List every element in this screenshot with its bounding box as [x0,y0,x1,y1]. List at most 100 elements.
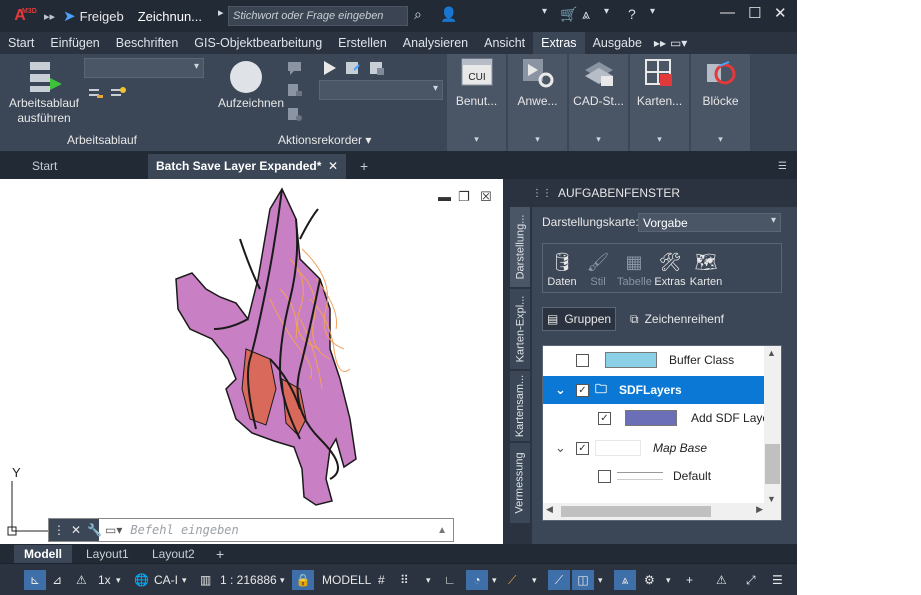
maps-tool-button[interactable]: 🗺 Karten [689,248,723,288]
command-history-icon[interactable]: ▲ [437,525,447,536]
more-tabs-icon[interactable]: ▸▸ [654,36,666,50]
tree-item-add-sdf-layer[interactable]: ✓ Add SDF Layer [543,404,773,432]
buffer-class-checkbox[interactable] [576,353,589,367]
map-scale-dropdown-icon[interactable]: ▾ [280,570,285,590]
object-snap-dropdown-icon[interactable]: ▾ [598,570,603,590]
annotation-scale-icon[interactable]: ⚠ [76,570,87,590]
model-toggle[interactable]: MODELL [322,570,371,590]
play-icon[interactable] [321,60,337,76]
lock-icon[interactable]: 🔒 [292,570,314,590]
default-checkbox[interactable] [598,469,611,483]
customize-menu-icon[interactable]: ☰ [772,570,783,590]
file-tab-active[interactable]: Batch Save Layer Expanded* ✕ [148,154,346,179]
workspace-gear-icon[interactable]: ⚙ [644,570,655,590]
user-icon[interactable]: 👤 [440,6,457,23]
recent-commands-icon[interactable]: ▭▾ [105,523,122,537]
map-panel-button[interactable]: Karten... ▾ [630,54,689,151]
model-space-icon[interactable]: ⊾ [24,570,46,590]
quick-access-expand-icon[interactable]: ▸▸ [44,10,55,23]
map-base-checkbox[interactable]: ✓ [576,441,589,455]
search-icon[interactable]: ⌕ [414,6,422,23]
vtab-map-book[interactable]: Kartensam... [510,371,530,441]
grid-icon[interactable]: # [378,570,385,590]
task-pane-grip-icon[interactable]: ⋮⋮ [532,188,552,199]
vtab-map-explorer[interactable]: Karten-Expl... [510,289,530,369]
close-button[interactable]: ✕ [774,4,787,22]
table-tool-button[interactable]: ▦ Tabelle [617,248,652,288]
file-tab-start[interactable]: Start [24,154,65,179]
object-snap-tracking-icon[interactable]: ⟋ [548,570,570,590]
tab-gis-objektbearbeitung[interactable]: GIS-Objektbearbeitung [186,32,330,54]
vtab-survey[interactable]: Vermessung [510,443,530,523]
manager-icon[interactable] [369,60,385,76]
cart-icon[interactable]: 🛒 [560,6,577,23]
tab-einfuegen[interactable]: Einfügen [42,32,107,54]
tree-item-sdflayers[interactable]: ⌄ ✓ 🗀 SDFLayers [543,376,765,404]
grid-display-icon[interactable]: ⊿ [52,570,62,590]
blocks-panel-button[interactable]: Blöcke ▾ [691,54,750,151]
tree-vertical-scrollbar[interactable]: ▲ ▼ [764,346,781,506]
record-icon[interactable] [229,60,263,94]
new-workflow-icon[interactable] [110,86,126,102]
tab-beschriften[interactable]: Beschriften [108,32,187,54]
title-expand-icon[interactable]: ▸ [218,6,224,19]
scale-icon[interactable]: ▥ [200,570,211,590]
close-tab-icon[interactable]: ✕ [328,154,338,179]
autodesk-a360-icon[interactable]: ⩓ [582,6,590,23]
new-layout-button[interactable]: + [206,545,234,563]
object-snap-icon[interactable]: ◫ [572,570,594,590]
new-tab-button[interactable]: + [352,154,376,179]
snap-icon[interactable]: ⠿ [400,570,409,590]
map-scale[interactable]: 1 : 216886 [220,570,277,590]
cad-standards-panel-button[interactable]: CAD-St... ▾ [569,54,628,151]
minimize-button[interactable]: — [720,4,735,21]
edit-workflow-icon[interactable] [88,86,104,102]
draw-order-button[interactable]: ⧉ Zeichenreihenf [626,307,728,331]
layout-tab-layout1[interactable]: Layout1 [76,545,139,563]
coordinate-system[interactable]: CA-I [154,570,178,590]
map-base-collapse-icon[interactable]: ⌄ [555,440,566,456]
style-tool-button[interactable]: 🖌 Stil [581,248,615,288]
globe-icon[interactable]: 🌐 [134,570,149,590]
preferences-icon[interactable] [345,60,361,76]
ortho-icon[interactable]: ∟ [444,570,456,590]
workflow-dropdown[interactable] [84,58,204,78]
polar-dropdown-icon[interactable]: ▾ [492,570,497,590]
tab-ansicht[interactable]: Ansicht [476,32,533,54]
base-point-icon[interactable] [287,106,303,122]
tab-analysieren[interactable]: Analysieren [395,32,476,54]
record-button[interactable]: Aufzeichnen [211,96,291,111]
tree-item-buffer-class[interactable]: Buffer Class [543,346,765,374]
ribbon-minimize-icon[interactable]: ▭▾ [670,36,687,50]
sdflayers-collapse-icon[interactable]: ⌄ [555,382,566,398]
command-input[interactable]: Befehl eingeben [122,523,437,537]
maximize-button[interactable]: ☐ [748,4,761,22]
app-logo[interactable]: A M3D [0,0,40,32]
scale-factor-dropdown-icon[interactable]: ▾ [116,570,121,590]
tools-tool-button[interactable]: 🛠 Extras [653,248,687,288]
run-workflow-button[interactable]: Arbeitsablauf ausführen [4,96,84,126]
a360-dropdown-icon[interactable]: ▾ [604,6,609,17]
display-map-dropdown[interactable]: Vorgabe [638,213,781,232]
tab-ausgabe[interactable]: Ausgabe [585,32,650,54]
polar-tracking-icon[interactable]: ◔ [466,570,488,590]
share-button[interactable]: ➤ Freigeb [63,7,124,25]
scale-factor[interactable]: 1x [98,570,111,590]
run-workflow-icon[interactable] [28,60,64,94]
sdflayers-checkbox[interactable]: ✓ [576,383,589,397]
action-recorder-group-label[interactable]: Aktionsrekorder ▾ [278,133,445,147]
tree-horizontal-scrollbar[interactable]: ◀ ▶ [543,503,781,520]
applications-panel-button[interactable]: Anwe... ▾ [508,54,567,151]
command-line[interactable]: ⋮ ✕ 🔧 ▭▾ Befehl eingeben ▲ [48,518,454,542]
help-icon[interactable]: ? [628,6,636,22]
tree-item-map-base[interactable]: ⌄ ✓ Map Base [543,434,765,462]
data-tool-button[interactable]: 🛢 Daten [545,248,579,288]
file-tabs-menu-icon[interactable]: ☰ [770,154,795,179]
request-input-icon[interactable] [287,82,303,98]
command-close-icon[interactable]: ✕ [71,523,81,537]
customization-panel-button[interactable]: CUI Benut... ▾ [447,54,506,151]
layout-tab-layout2[interactable]: Layout2 [142,545,205,563]
search-input[interactable]: Stichwort oder Frage eingeben [228,6,408,26]
command-customize-icon[interactable]: 🔧 [87,523,102,537]
drawing-canvas[interactable]: ▬ ❐ ☒ Y [0,179,503,544]
